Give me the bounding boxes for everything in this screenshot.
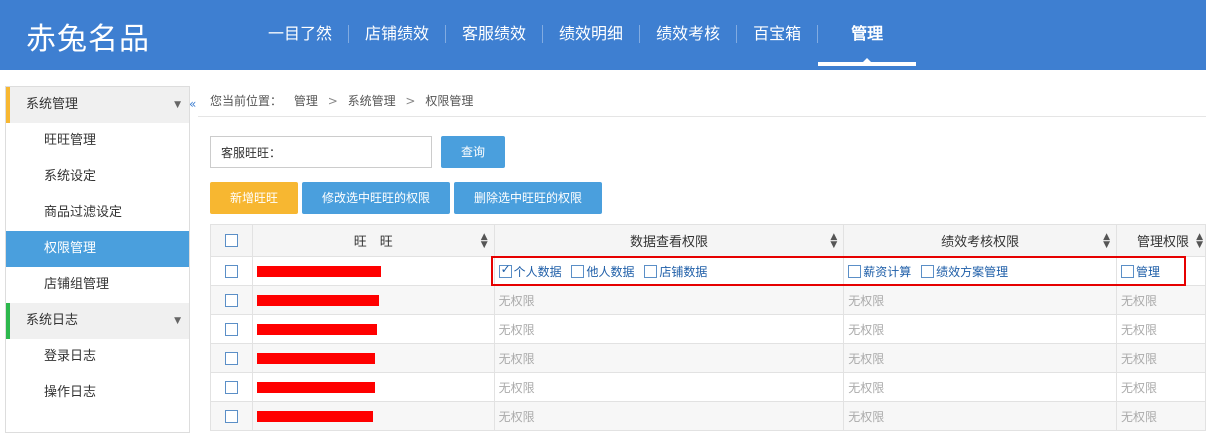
breadcrumb-item[interactable]: 管理 <box>294 94 318 108</box>
sidebar-item-permissions[interactable]: 权限管理 <box>6 231 189 267</box>
redacted-name <box>256 382 375 393</box>
app-logo: 赤兔名品 <box>26 22 150 57</box>
row-checkbox[interactable] <box>224 381 238 394</box>
table-row[interactable]: 个人数据 他人数据 店铺数据 薪资计算 绩效方案管理 管理 <box>210 256 1206 286</box>
nav-overview[interactable]: 一目了然 <box>252 0 348 70</box>
delete-permissions-button[interactable]: 删除选中旺旺的权限 <box>454 182 602 214</box>
main-nav: 一目了然 店铺绩效 客服绩效 绩效明细 绩效考核 百宝箱 管理 <box>252 0 917 70</box>
query-button[interactable]: 查询 <box>441 136 505 168</box>
sidebar-group-label: 系统日志 <box>26 313 79 328</box>
sidebar-item-wangwang[interactable]: 旺旺管理 <box>6 123 189 159</box>
table-row[interactable]: 无权限 无权限 无权限 <box>210 314 1206 344</box>
sidebar-item-operation-log[interactable]: 操作日志 <box>6 375 189 411</box>
perm-checkbox-salary[interactable] <box>848 264 862 278</box>
perm-checkbox-admin[interactable] <box>1120 264 1134 278</box>
row-checkbox[interactable] <box>224 294 238 307</box>
sidebar-group-system[interactable]: 系统管理 ▼ <box>6 87 189 123</box>
redacted-name <box>256 324 377 335</box>
sort-icon[interactable]: ▲ ▼ <box>830 233 837 250</box>
row-checkbox[interactable] <box>224 265 238 278</box>
column-header-wangwang[interactable]: 旺 旺 ▲ ▼ <box>251 224 495 257</box>
top-header: 赤兔名品 一目了然 店铺绩效 客服绩效 绩效明细 绩效考核 百宝箱 管理 <box>0 0 1206 70</box>
sort-icon[interactable]: ▲ ▼ <box>1196 233 1203 250</box>
search-input[interactable] <box>210 136 432 168</box>
sidebar-item-settings[interactable]: 系统设定 <box>6 159 189 195</box>
nav-toolbox[interactable]: 百宝箱 <box>737 0 817 70</box>
collapse-sidebar-icon[interactable]: « <box>189 97 196 111</box>
row-checkbox[interactable] <box>224 323 238 336</box>
nav-service-performance[interactable]: 客服绩效 <box>446 0 542 70</box>
nav-performance-review[interactable]: 绩效考核 <box>640 0 736 70</box>
column-header-admin-perms[interactable]: 管理权限 ▲ ▼ <box>1115 224 1206 257</box>
sidebar-item-login-log[interactable]: 登录日志 <box>6 339 189 375</box>
redacted-name <box>256 411 373 422</box>
caret-down-icon: ▼ <box>174 100 181 110</box>
permissions-table: 旺 旺▲▼ 数据查看权限▲▼ 绩效考核权限▲▼ 管理权限▲▼ 个人数据 他人数据… <box>210 224 1206 431</box>
perm-checkbox-store[interactable] <box>644 264 658 278</box>
column-header-data-perms[interactable]: 数据查看权限 ▲ ▼ <box>493 224 845 257</box>
table-row[interactable]: 无权限 无权限 无权限 <box>210 401 1206 431</box>
nav-store-performance[interactable]: 店铺绩效 <box>349 0 445 70</box>
breadcrumb-item: 权限管理 <box>425 94 474 108</box>
sort-icon[interactable]: ▲ ▼ <box>481 233 488 250</box>
chevron-right-icon: > <box>327 94 338 108</box>
chevron-right-icon: > <box>405 94 416 108</box>
breadcrumb-prefix: 您当前位置： <box>210 94 283 108</box>
edit-permissions-button[interactable]: 修改选中旺旺的权限 <box>302 182 450 214</box>
sidebar-group-logs[interactable]: 系统日志 ▼ <box>6 303 189 339</box>
nav-performance-detail[interactable]: 绩效明细 <box>543 0 639 70</box>
perm-checkbox-personal[interactable] <box>498 262 512 278</box>
table-row[interactable]: 无权限 无权限 无权限 <box>210 372 1206 402</box>
sidebar-item-product-filter[interactable]: 商品过滤设定 <box>6 195 189 231</box>
table-row[interactable]: 无权限 无权限 无权限 <box>210 285 1206 315</box>
perm-checkbox-plan[interactable] <box>921 264 935 278</box>
sidebar-item-store-group[interactable]: 店铺组管理 <box>6 267 189 303</box>
breadcrumb: 您当前位置： 管理 > 系统管理 > 权限管理 <box>210 92 473 109</box>
select-all-checkbox[interactable] <box>224 234 238 247</box>
sidebar-group-label: 系统管理 <box>26 97 79 112</box>
breadcrumb-item[interactable]: 系统管理 <box>348 94 396 108</box>
nav-admin[interactable]: 管理 <box>818 0 917 70</box>
redacted-name <box>256 353 375 364</box>
column-header-perf-perms[interactable]: 绩效考核权限 ▲ ▼ <box>843 224 1117 257</box>
redacted-name <box>256 295 379 306</box>
perm-checkbox-others[interactable] <box>571 264 585 278</box>
add-wangwang-button[interactable]: 新增旺旺 <box>210 182 298 214</box>
sort-icon[interactable]: ▲ ▼ <box>1103 233 1110 250</box>
table-row[interactable]: 无权限 无权限 无权限 <box>210 343 1206 373</box>
row-checkbox[interactable] <box>224 410 238 423</box>
redacted-name <box>256 266 381 277</box>
divider <box>198 116 1206 117</box>
caret-down-icon: ▼ <box>174 316 181 326</box>
sidebar: 系统管理 ▼ 旺旺管理 系统设定 商品过滤设定 权限管理 店铺组管理 系统日志 … <box>5 86 190 433</box>
row-checkbox[interactable] <box>224 352 238 365</box>
